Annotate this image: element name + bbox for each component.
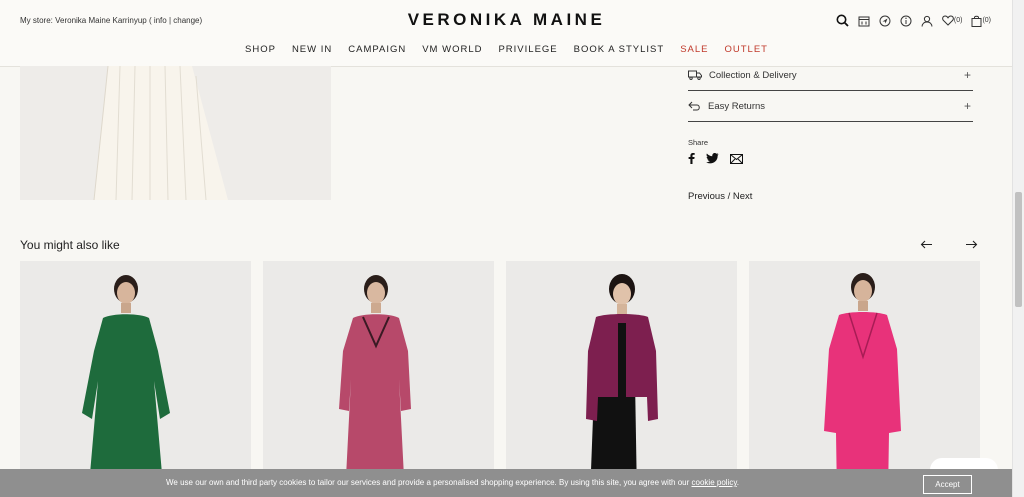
product-accordion: Collection & Delivery + Easy Returns + — [688, 60, 973, 122]
return-arrow-icon — [688, 101, 700, 111]
delivery-truck-icon — [688, 70, 702, 80]
location-icon[interactable] — [879, 15, 891, 27]
header-icons: (0) (0) — [836, 14, 991, 27]
calendar-icon[interactable] — [858, 15, 870, 27]
product-image — [506, 261, 737, 497]
bag-icon — [971, 15, 982, 27]
cookie-message: We use our own and third party cookies t… — [0, 478, 905, 487]
previous-link[interactable]: Previous — [688, 191, 725, 202]
cookie-policy-link[interactable]: cookie policy — [692, 478, 737, 487]
bag-count: (0) — [982, 17, 991, 24]
product-card[interactable] — [263, 261, 494, 497]
product-carousel — [20, 261, 980, 497]
easy-returns-label: Easy Returns — [708, 100, 766, 112]
cookie-banner: We use our own and third party cookies t… — [0, 469, 1013, 497]
page-scrollbar[interactable] — [1012, 0, 1024, 497]
heart-icon — [942, 15, 954, 26]
search-icon[interactable] — [836, 14, 849, 27]
wishlist-link[interactable]: (0) — [942, 15, 963, 26]
product-pagination: Previous / Next — [688, 191, 752, 202]
cookie-text: We use our own and third party cookies t… — [166, 478, 690, 487]
easy-returns-row[interactable]: Easy Returns + — [688, 91, 973, 122]
email-icon[interactable] — [730, 153, 743, 164]
nav-shop[interactable]: SHOP — [245, 44, 276, 55]
wishlist-count: (0) — [953, 17, 963, 24]
product-image — [20, 261, 251, 497]
collection-delivery-label: Collection & Delivery — [709, 69, 797, 81]
nav-outlet[interactable]: OUTLET — [725, 44, 768, 55]
product-card[interactable] — [506, 261, 737, 497]
twitter-icon[interactable] — [706, 153, 719, 164]
arrow-left-icon[interactable] — [920, 240, 933, 249]
account-icon[interactable] — [921, 15, 933, 27]
facebook-icon[interactable] — [688, 153, 695, 164]
nav-sale[interactable]: SALE — [680, 44, 708, 55]
accept-cookies-button[interactable]: Accept — [923, 475, 972, 494]
carousel-arrows — [920, 240, 978, 249]
nav-vm-world[interactable]: VM WORLD — [422, 44, 482, 55]
nav-new-in[interactable]: NEW IN — [292, 44, 332, 55]
recommendations-title: You might also like — [20, 238, 120, 252]
product-image[interactable] — [20, 66, 331, 200]
main-nav: SHOP NEW IN CAMPAIGN VM WORLD PRIVILEGE … — [0, 44, 1013, 55]
plus-icon: + — [963, 68, 971, 82]
plus-icon: + — [963, 99, 971, 113]
site-header: My store: Veronika Maine Karrinyup ( inf… — [0, 0, 1013, 67]
nav-campaign[interactable]: CAMPAIGN — [348, 44, 406, 55]
product-image — [263, 261, 494, 497]
scrollbar-thumb[interactable] — [1015, 192, 1022, 307]
nav-privilege[interactable]: PRIVILEGE — [498, 44, 557, 55]
product-card[interactable] — [20, 261, 251, 497]
cookie-end: . — [736, 478, 739, 487]
nav-book-a-stylist[interactable]: BOOK A STYLIST — [574, 44, 665, 55]
arrow-right-icon[interactable] — [965, 240, 978, 249]
bag-link[interactable]: (0) — [971, 15, 991, 27]
pagination-separator: / — [727, 191, 731, 202]
collection-delivery-row[interactable]: Collection & Delivery + — [688, 60, 973, 91]
share-label: Share — [688, 138, 709, 147]
next-link[interactable]: Next — [733, 191, 753, 202]
info-icon[interactable] — [900, 15, 912, 27]
share-icons — [688, 153, 743, 164]
